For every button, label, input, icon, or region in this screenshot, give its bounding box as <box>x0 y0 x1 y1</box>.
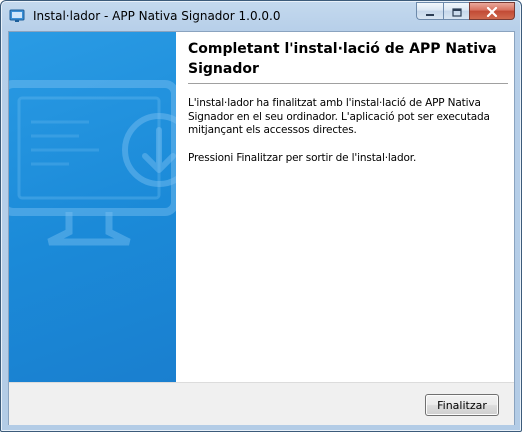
content-panel: Completant l'instal·lació de APP Nativa … <box>176 32 514 382</box>
title-bar[interactable]: Instal·lador - APP Nativa Signador 1.0.0… <box>1 1 521 31</box>
minimize-button[interactable] <box>416 2 443 20</box>
close-icon <box>486 2 498 21</box>
heading-divider <box>188 83 508 84</box>
caption-buttons <box>416 2 515 22</box>
window-title: Instal·lador - APP Nativa Signador 1.0.0… <box>33 9 281 23</box>
finish-button[interactable]: Finalitzar <box>425 394 499 416</box>
finish-instruction: Pressioni Finalitzar per sortir de l'ins… <box>188 152 417 164</box>
page-title: Completant l'instal·lació de APP Nativa … <box>188 41 497 77</box>
maximize-icon <box>451 2 462 21</box>
installer-window: Instal·lador - APP Nativa Signador 1.0.0… <box>0 0 522 432</box>
minimize-icon <box>425 2 435 21</box>
maximize-button[interactable] <box>443 2 469 20</box>
close-button[interactable] <box>469 2 515 20</box>
completion-message: L'instal·lador ha finalitzat amb l'insta… <box>188 97 490 136</box>
installer-client-area: Completant l'instal·lació de APP Nativa … <box>8 31 515 425</box>
side-banner <box>9 32 176 382</box>
monitor-download-icon <box>9 80 176 246</box>
installer-app-icon <box>9 8 25 24</box>
button-bar: Finalitzar <box>9 382 514 425</box>
